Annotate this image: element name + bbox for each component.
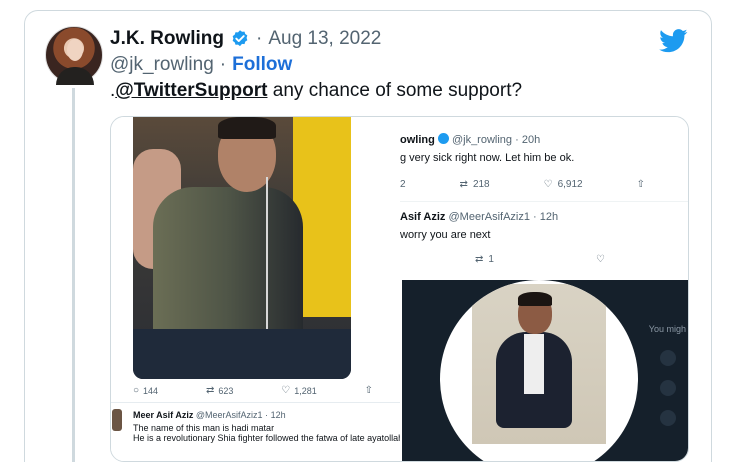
profile-screenshot: You migh bbox=[402, 280, 688, 461]
reply-header: Meer Asif Aziz @MeerAsifAziz1 · 12h bbox=[133, 410, 286, 420]
photo-torso bbox=[153, 187, 303, 347]
right-reply-handle: @MeerAsifAziz1 bbox=[448, 211, 530, 223]
like-icon: ♡ bbox=[543, 179, 553, 190]
right-header-name: owling bbox=[400, 134, 435, 146]
right-reply-action[interactable]: 2 bbox=[400, 179, 406, 190]
right-share-action[interactable]: ⇧ bbox=[637, 179, 645, 190]
right-like-count: 6,912 bbox=[557, 179, 583, 190]
date-separator: · bbox=[256, 28, 263, 49]
reply-body: The name of this man is hadi matar He is… bbox=[133, 423, 403, 443]
follow-button[interactable]: Follow bbox=[232, 54, 292, 76]
profile-picture-hair bbox=[518, 292, 552, 306]
side-avatar bbox=[660, 380, 676, 396]
reply-handle: @MeerAsifAziz1 bbox=[195, 410, 263, 420]
tweet-date[interactable]: Aug 13, 2022 bbox=[268, 28, 381, 50]
retweet-icon: ⇄ bbox=[205, 385, 215, 396]
right-reply-name: Asif Aziz bbox=[400, 211, 446, 223]
right-header-handle: @jk_rowling bbox=[451, 134, 513, 146]
share-action[interactable]: ⇧ bbox=[365, 385, 373, 396]
right-retweet-action[interactable]: ⇄ 218 bbox=[460, 179, 490, 190]
side-avatar bbox=[660, 410, 676, 426]
verified-badge-icon bbox=[232, 30, 248, 47]
tweet-text: .@TwitterSupport any chance of some supp… bbox=[110, 80, 522, 102]
right-header: owling @jk_rowling · 20h bbox=[400, 133, 540, 146]
reply-avatar bbox=[112, 409, 122, 431]
tweet-text-rest: any chance of some support? bbox=[267, 80, 523, 101]
right-screenshot[interactable]: owling @jk_rowling · 20h g very sick rig… bbox=[400, 117, 688, 461]
retweet-action[interactable]: ⇄ 623 bbox=[206, 385, 233, 396]
tweet-media[interactable]: ○ 144 ⇄ 623 ♡ 1,281 ⇧ Meer Asif Aziz @Me… bbox=[110, 116, 689, 462]
like-count: 1,281 bbox=[294, 385, 317, 396]
right-reply-retweet-count: 1 bbox=[488, 254, 494, 265]
profile-picture-shirt bbox=[524, 334, 544, 394]
photo-hair bbox=[218, 117, 276, 139]
right-header-text: g very sick right now. Let him be ok. bbox=[400, 152, 575, 164]
right-actions: 2 ⇄ 218 ♡ 6,912 ⇧ bbox=[400, 179, 645, 190]
reply-line-1: The name of this man is hadi matar bbox=[133, 423, 275, 433]
left-screenshot[interactable]: ○ 144 ⇄ 623 ♡ 1,281 ⇧ Meer Asif Aziz @Me… bbox=[111, 117, 403, 461]
like-action[interactable]: ♡ 1,281 bbox=[281, 385, 317, 396]
right-reply-actions: ⇄ 1 ♡ bbox=[475, 254, 605, 265]
reply-time: 12h bbox=[270, 410, 286, 420]
avatar[interactable] bbox=[45, 26, 103, 85]
handle-row: @jk_rowling · Follow bbox=[110, 54, 292, 76]
side-avatar bbox=[660, 350, 676, 366]
right-header-separator: · bbox=[515, 134, 519, 146]
retweet-count: 623 bbox=[218, 385, 234, 396]
reply-action[interactable]: ○ 144 bbox=[133, 385, 158, 396]
retweet-icon: ⇄ bbox=[475, 254, 484, 265]
like-icon: ♡ bbox=[281, 385, 291, 396]
reply-count: 144 bbox=[143, 385, 159, 396]
right-retweet-count: 218 bbox=[472, 179, 490, 190]
share-icon: ⇧ bbox=[364, 385, 373, 396]
left-shot-actions: ○ 144 ⇄ 623 ♡ 1,281 ⇧ bbox=[133, 385, 373, 396]
retweet-icon: ⇄ bbox=[459, 179, 468, 190]
handle-separator: · bbox=[219, 54, 227, 75]
reply-separator: · bbox=[265, 410, 269, 420]
twitter-bird-icon[interactable] bbox=[659, 29, 688, 53]
author-name[interactable]: J.K. Rowling bbox=[110, 28, 224, 50]
news-photo bbox=[133, 117, 351, 379]
mention-link[interactable]: @TwitterSupport bbox=[115, 80, 267, 101]
avatar-face bbox=[67, 39, 83, 61]
right-reply-header: Asif Aziz @MeerAsifAziz1 · 12h bbox=[400, 211, 558, 223]
right-like-action[interactable]: ♡ 6,912 bbox=[544, 179, 583, 190]
profile-picture bbox=[440, 280, 638, 461]
side-suggestion-text: You migh bbox=[648, 324, 686, 334]
author-handle[interactable]: @jk_rowling bbox=[110, 54, 214, 76]
author-row: J.K. Rowling · Aug 13, 2022 bbox=[110, 28, 381, 50]
right-reply-retweet-action[interactable]: ⇄ 1 bbox=[475, 254, 494, 265]
avatar-shoulder bbox=[56, 67, 94, 85]
reply-line-2: He is a revolutionary Shia fighter follo… bbox=[133, 433, 404, 443]
right-reply-time: 12h bbox=[539, 211, 559, 223]
like-icon: ♡ bbox=[596, 254, 605, 265]
reply-icon: ○ bbox=[133, 385, 140, 396]
photo-wire bbox=[266, 177, 268, 347]
right-reply-count: 2 bbox=[400, 179, 406, 190]
right-header-time: 20h bbox=[521, 134, 541, 146]
right-reply-separator: · bbox=[533, 211, 537, 223]
shot-divider bbox=[111, 402, 400, 403]
photo-car bbox=[133, 329, 351, 379]
verified-badge-icon bbox=[437, 133, 449, 144]
right-reply-text: worry you are next bbox=[400, 229, 491, 241]
right-divider bbox=[400, 201, 688, 202]
thread-line bbox=[72, 88, 75, 462]
reply-author: Meer Asif Aziz bbox=[133, 410, 194, 420]
right-reply-like-action[interactable]: ♡ bbox=[596, 254, 605, 265]
share-icon: ⇧ bbox=[636, 179, 645, 190]
